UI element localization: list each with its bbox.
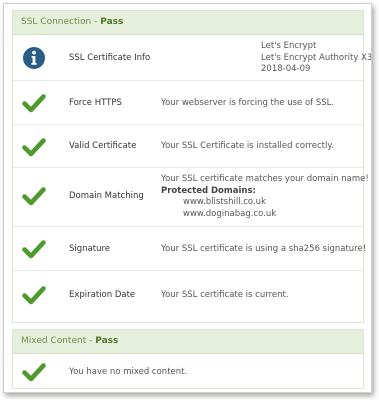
ssl-certificate-info-row: SSL Certificate Info Certificate Issuer … <box>13 35 371 81</box>
row-label: Expiration Date <box>69 290 136 300</box>
panel-title: Mixed Content <box>21 336 87 346</box>
protected-domain: www.doginabag.co.uk <box>183 208 277 219</box>
check-icon <box>22 94 46 113</box>
ssl-connection-panel: SSL Connection - Pass SSL Certificate In… <box>12 10 371 323</box>
certificate-issuer-value: Let's Encrypt <box>261 41 317 51</box>
panel-status: Pass <box>95 336 119 346</box>
row-label: Force HTTPS <box>69 98 122 108</box>
check-icon <box>22 286 46 305</box>
expiration-date-row: Expiration Date Your SSL certificate is … <box>13 271 363 321</box>
panel-title: SSL Connection <box>21 17 92 27</box>
row-message: Your SSL certificate is current. <box>161 290 289 300</box>
domain-matching-row: Domain Matching Your SSL certificate mat… <box>13 168 369 227</box>
valid-certificate-row: Valid Certificate Your SSL Certificate i… <box>13 125 363 168</box>
mixed-content-panel: Mixed Content - Pass You have no mixed c… <box>12 329 364 389</box>
row-message: Your webserver is forcing the use of SSL… <box>161 98 335 108</box>
protected-domain: www.blistshill.co.uk <box>183 197 266 207</box>
certificate-type-value: Let's Encrypt Authority X3 <box>261 52 372 63</box>
panel-title-separator: - <box>91 17 101 27</box>
force-https-row: Force HTTPS Your webserver is forcing th… <box>13 81 363 125</box>
signature-row: Signature Your SSL certificate is using … <box>13 227 367 271</box>
row-message: You have no mixed content. <box>69 367 188 377</box>
check-icon <box>22 138 46 157</box>
row-label: Valid Certificate <box>69 141 137 151</box>
row-message: Your SSL Certificate is installed correc… <box>161 141 334 151</box>
row-label: SSL Certificate Info <box>69 53 151 63</box>
ssl-connection-header: SSL Connection - Pass <box>13 11 363 35</box>
protected-domains-label: Protected Domains: <box>161 185 256 196</box>
panel-title-separator: - <box>86 336 96 346</box>
row-message: Your SSL certificate matches your domain… <box>161 174 369 184</box>
check-icon <box>22 187 46 206</box>
mixed-content-row: You have no mixed content. <box>13 354 363 389</box>
issued-on-value: 2018-04-09 <box>261 64 311 74</box>
row-message: Your SSL certificate is using a sha256 s… <box>161 244 367 254</box>
report-window: SSL Connection - Pass SSL Certificate In… <box>3 3 372 393</box>
domain-matching-details: Your SSL certificate matches your domain… <box>161 174 369 220</box>
row-label: Signature <box>69 244 111 254</box>
row-label: Domain Matching <box>69 191 144 201</box>
check-icon <box>22 363 46 382</box>
info-icon <box>23 47 45 69</box>
check-icon <box>22 240 46 259</box>
mixed-content-header: Mixed Content - Pass <box>13 330 363 354</box>
panel-status: Pass <box>100 17 124 27</box>
